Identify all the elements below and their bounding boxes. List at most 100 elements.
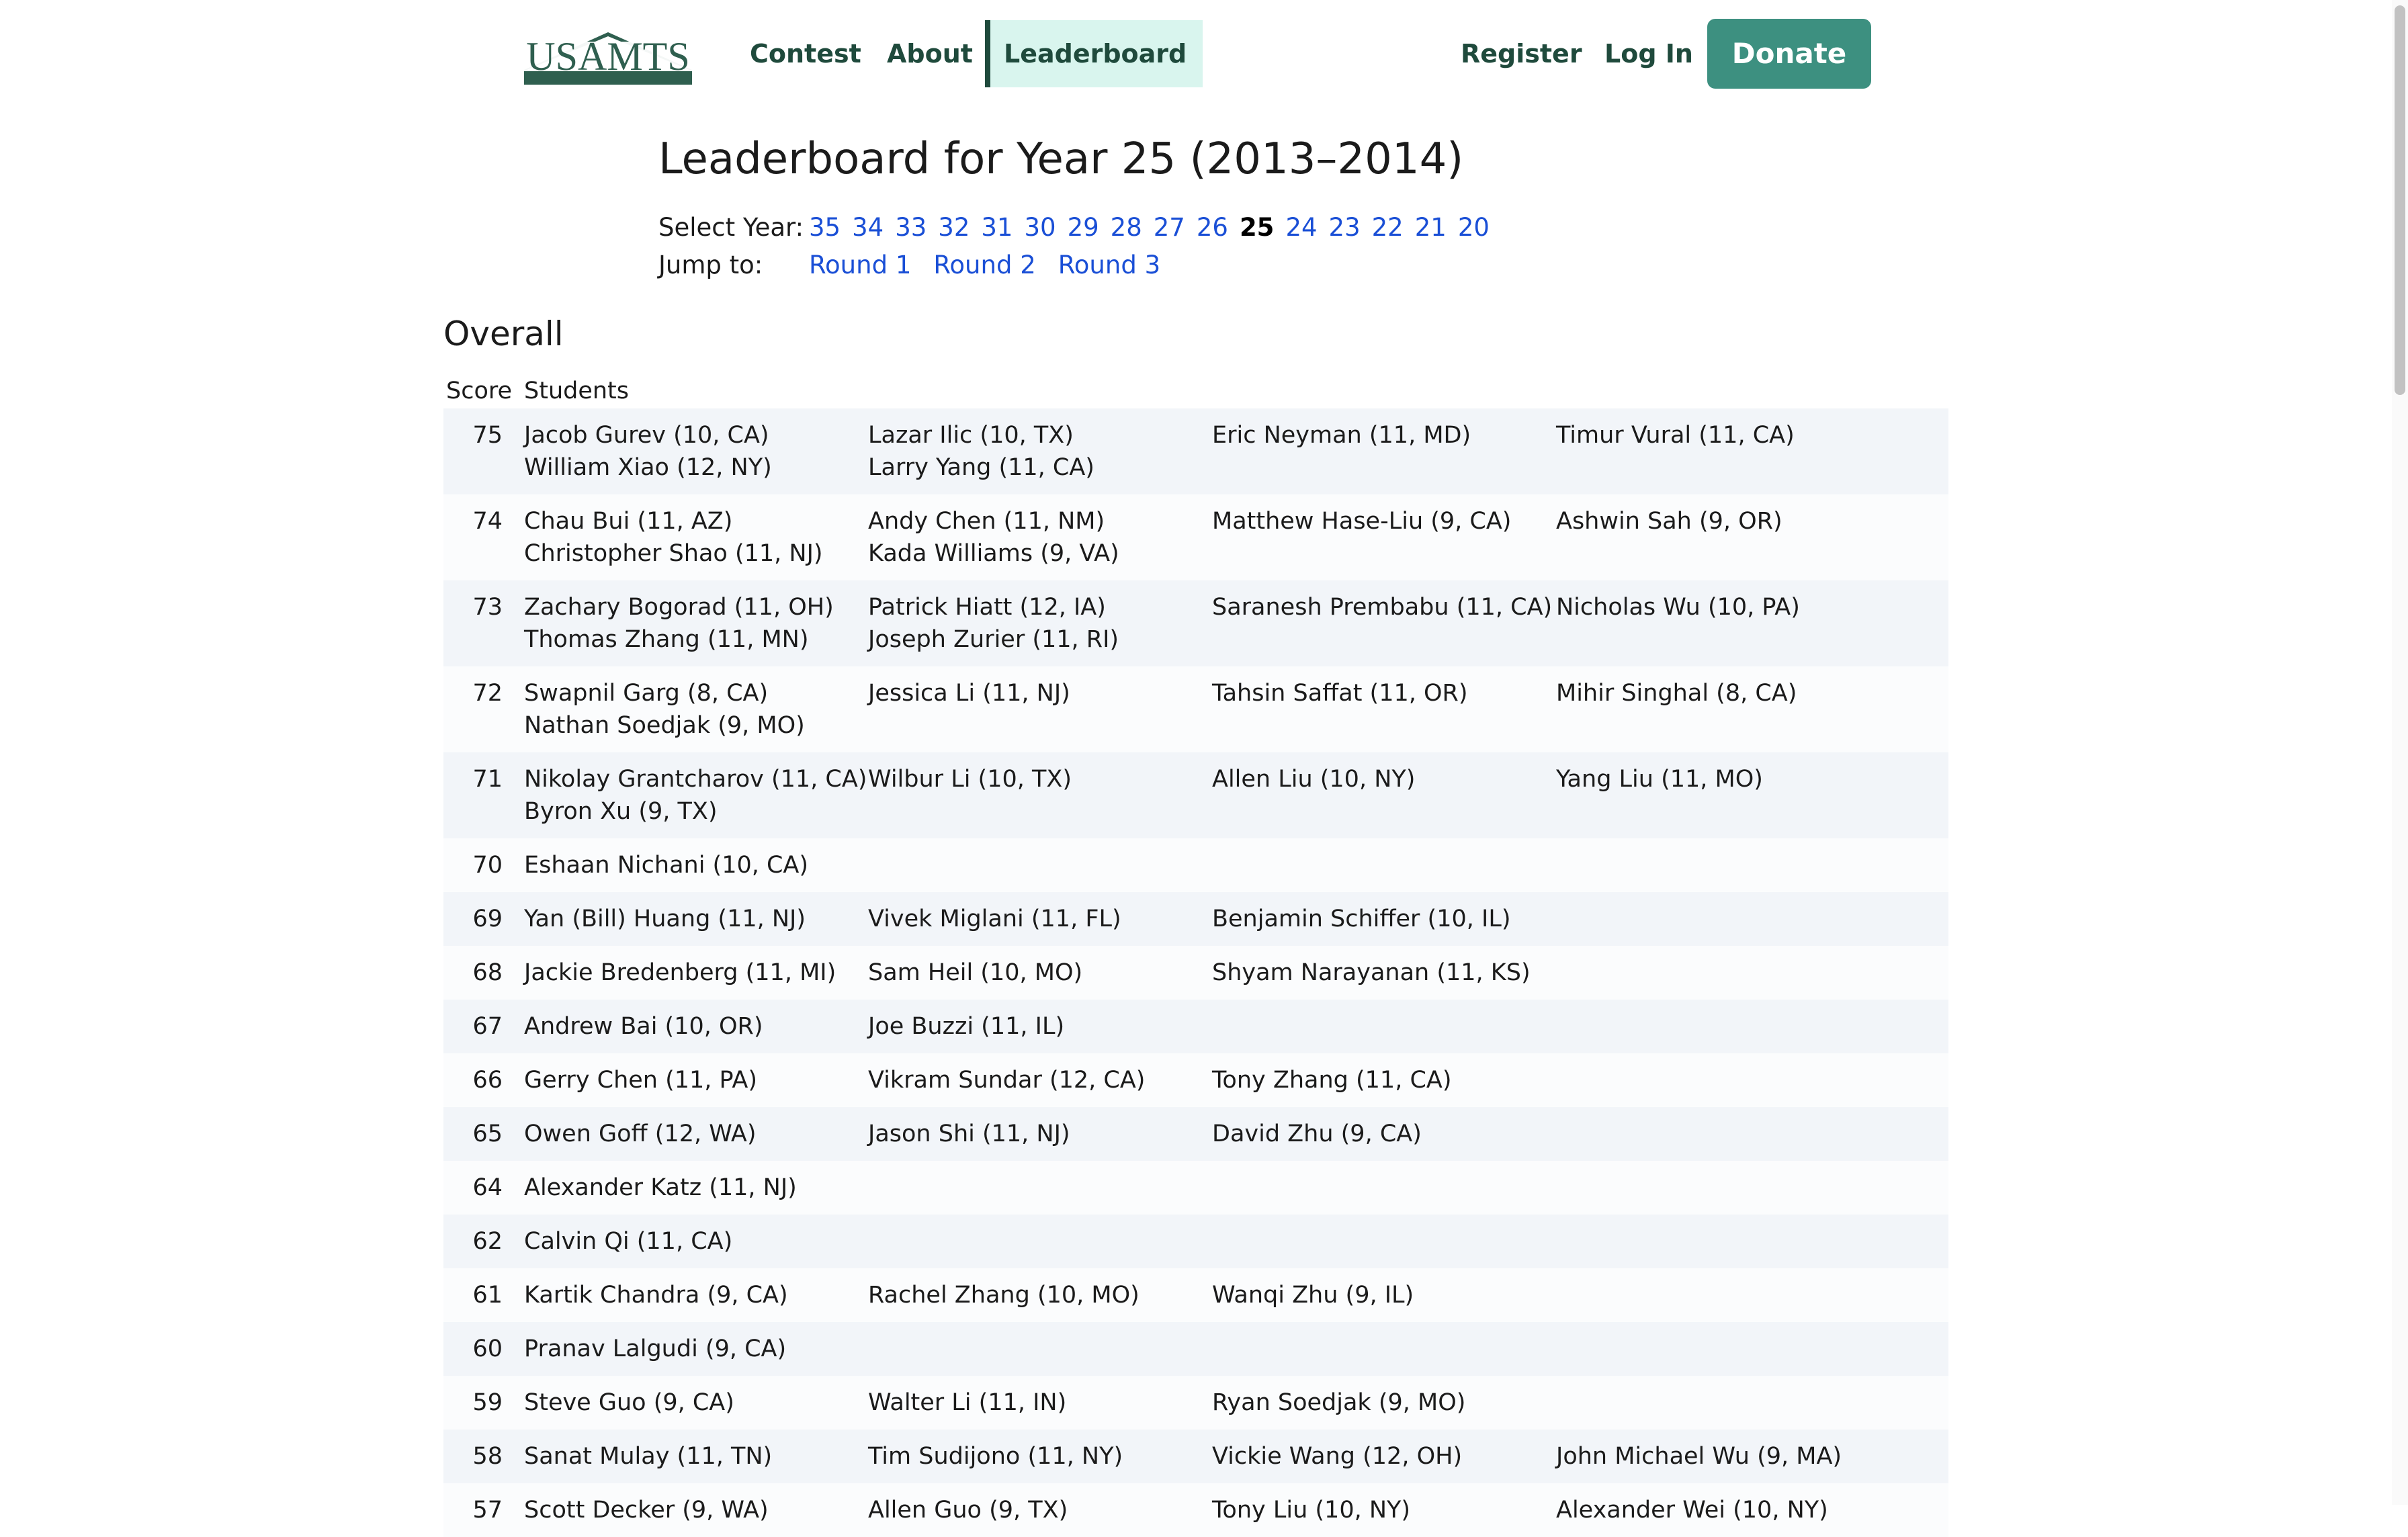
student-column: Patrick Hiatt (12, IA) Joseph Zurier (11,… xyxy=(868,591,1119,656)
year-link-24[interactable]: 24 xyxy=(1285,213,1317,242)
student-column: Tony Liu (10, NY) xyxy=(1212,1494,1410,1526)
students-column-header: Students xyxy=(524,378,630,404)
student-name: Matthew Hase-Liu (9, CA) xyxy=(1212,508,1512,535)
student-name: Zachary Bogorad (11, OH) xyxy=(524,594,834,621)
score-cell: 75 xyxy=(472,422,503,449)
score-cell: 66 xyxy=(472,1067,503,1094)
student-name: Larry Yang (11, CA) xyxy=(868,454,1094,481)
student-column: Jason Shi (11, NJ) xyxy=(868,1118,1070,1150)
student-name: Christopher Shao (11, NJ) xyxy=(524,540,823,567)
student-name: Swapnil Garg (8, CA) xyxy=(524,680,769,707)
student-name: Wanqi Zhu (9, IL) xyxy=(1212,1282,1414,1309)
round-link-1[interactable]: Round 1 xyxy=(809,251,911,279)
student-name: Tahsin Saffat (11, OR) xyxy=(1212,680,1468,707)
student-column: Shyam Narayanan (11, KS) xyxy=(1212,957,1531,989)
student-name: Patrick Hiatt (12, IA) xyxy=(868,594,1106,621)
year-link-34[interactable]: 34 xyxy=(852,213,884,242)
table-row: 62 Calvin Qi (11, CA) xyxy=(443,1215,1948,1268)
student-column: Joe Buzzi (11, IL) xyxy=(868,1010,1064,1043)
student-column: David Zhu (9, CA) xyxy=(1212,1118,1422,1150)
student-name: Andrew Bai (10, OR) xyxy=(524,1013,763,1040)
year-link-20[interactable]: 20 xyxy=(1458,213,1490,242)
year-link-32[interactable]: 32 xyxy=(938,213,970,242)
nav-leaderboard[interactable]: Leaderboard xyxy=(985,20,1203,87)
student-column: Jackie Bredenberg (11, MI) xyxy=(524,957,836,989)
student-name: David Zhu (9, CA) xyxy=(1212,1121,1422,1147)
score-cell: 65 xyxy=(472,1121,503,1147)
student-name: Sanat Mulay (11, TN) xyxy=(524,1443,773,1470)
table-header: Score Students xyxy=(443,374,1948,408)
student-name: Tim Sudijono (11, NY) xyxy=(868,1443,1123,1470)
student-column: Ashwin Sah (9, OR) xyxy=(1556,505,1782,537)
student-column: Wanqi Zhu (9, IL) xyxy=(1212,1279,1414,1311)
year-link-29[interactable]: 29 xyxy=(1068,213,1099,242)
table-row: 57 Scott Decker (9, WA) Allen Guo (9, TX) T… xyxy=(443,1483,1948,1537)
student-column: Nikolay Grantcharov (11, CA) Byron Xu (9,… xyxy=(524,763,867,828)
student-column: Tim Sudijono (11, NY) xyxy=(868,1440,1123,1473)
student-column: Sam Heil (10, MO) xyxy=(868,957,1082,989)
student-name: Allen Guo (9, TX) xyxy=(868,1497,1068,1524)
student-name: Tony Liu (10, NY) xyxy=(1212,1497,1411,1524)
student-column: Vickie Wang (12, OH) xyxy=(1212,1440,1462,1473)
score-cell: 68 xyxy=(472,959,503,986)
student-column: Scott Decker (9, WA) xyxy=(524,1494,769,1526)
table-row: 68 Jackie Bredenberg (11, MI) Sam Heil (10… xyxy=(443,946,1948,1000)
page-title: Leaderboard for Year 25 (2013–2014) xyxy=(658,134,1464,184)
year-links: 35 34 33 32 31 30 29 28 27 26 25 24 23 22 21 20 xyxy=(809,213,1501,242)
table-row: 69 Yan (Bill) Huang (11, NJ) Vivek Miglani… xyxy=(443,892,1948,946)
table-row: 70 Eshaan Nichani (10, CA) xyxy=(443,838,1948,892)
student-name: Jason Shi (11, NJ) xyxy=(868,1121,1070,1147)
student-name: Kada Williams (9, VA) xyxy=(868,540,1119,567)
student-name: Nicholas Wu (10, PA) xyxy=(1556,594,1800,621)
year-link-30[interactable]: 30 xyxy=(1024,213,1056,242)
year-link-23[interactable]: 23 xyxy=(1329,213,1361,242)
year-link-21[interactable]: 21 xyxy=(1415,213,1447,242)
score-cell: 62 xyxy=(472,1228,503,1255)
student-name: Joseph Zurier (11, RI) xyxy=(868,626,1119,653)
table-row: 67 Andrew Bai (10, OR) Joe Buzzi (11, IL) xyxy=(443,1000,1948,1053)
student-column: Wilbur Li (10, TX) xyxy=(868,763,1072,795)
student-column: Yang Liu (11, MO) xyxy=(1556,763,1763,795)
year-link-27[interactable]: 27 xyxy=(1154,213,1185,242)
student-name: Lazar Ilic (10, TX) xyxy=(868,422,1074,449)
student-name: Steve Guo (9, CA) xyxy=(524,1389,734,1416)
year-link-28[interactable]: 28 xyxy=(1111,213,1142,242)
student-column: Steve Guo (9, CA) xyxy=(524,1387,734,1419)
year-link-35[interactable]: 35 xyxy=(809,213,841,242)
year-link-22[interactable]: 22 xyxy=(1372,213,1404,242)
student-name: Vikram Sundar (12, CA) xyxy=(868,1067,1146,1094)
student-column: Jacob Gurev (10, CA) William Xiao (12, NY… xyxy=(524,419,772,484)
round-link-2[interactable]: Round 2 xyxy=(933,251,1035,279)
usamts-logo[interactable]: USAMTS xyxy=(524,23,692,87)
donate-button[interactable]: Donate xyxy=(1707,19,1871,89)
score-cell: 73 xyxy=(472,594,503,621)
student-name: Alexander Katz (11, NJ) xyxy=(524,1174,797,1201)
round-link-3[interactable]: Round 3 xyxy=(1058,251,1160,279)
jump-to-label: Jump to: xyxy=(658,251,763,279)
scrollbar[interactable] xyxy=(2392,0,2408,1505)
student-name: Wilbur Li (10, TX) xyxy=(868,766,1072,793)
year-link-26[interactable]: 26 xyxy=(1197,213,1228,242)
student-name: Benjamin Schiffer (10, IL) xyxy=(1212,906,1511,932)
student-column: Allen Guo (9, TX) xyxy=(868,1494,1068,1526)
score-cell: 72 xyxy=(472,680,503,707)
student-column: Pranav Lalgudi (9, CA) xyxy=(524,1333,786,1365)
score-column-header: Score xyxy=(446,378,513,404)
student-name: William Xiao (12, NY) xyxy=(524,454,772,481)
student-name: Allen Liu (10, NY) xyxy=(1212,766,1416,793)
student-column: Vivek Miglani (11, FL) xyxy=(868,903,1121,935)
scrollbar-thumb[interactable] xyxy=(2395,5,2405,395)
register-link[interactable]: Register xyxy=(1443,20,1600,87)
year-link-33[interactable]: 33 xyxy=(895,213,927,242)
table-row: 75 Jacob Gurev (10, CA) William Xiao (12, … xyxy=(443,408,1948,494)
student-column: Walter Li (11, IN) xyxy=(868,1387,1066,1419)
login-link[interactable]: Log In xyxy=(1587,20,1711,87)
nav-contest[interactable]: Contest xyxy=(732,20,879,87)
student-name: Rachel Zhang (10, MO) xyxy=(868,1282,1140,1309)
year-link-31[interactable]: 31 xyxy=(981,213,1013,242)
table-row: 72 Swapnil Garg (8, CA) Nathan Soedjak (9,… xyxy=(443,666,1948,752)
student-column: Calvin Qi (11, CA) xyxy=(524,1225,732,1258)
student-column: Lazar Ilic (10, TX) Larry Yang (11, CA) xyxy=(868,419,1094,484)
student-column: Andy Chen (11, NM) Kada Williams (9, VA) xyxy=(868,505,1119,570)
nav-about[interactable]: About xyxy=(869,20,990,87)
